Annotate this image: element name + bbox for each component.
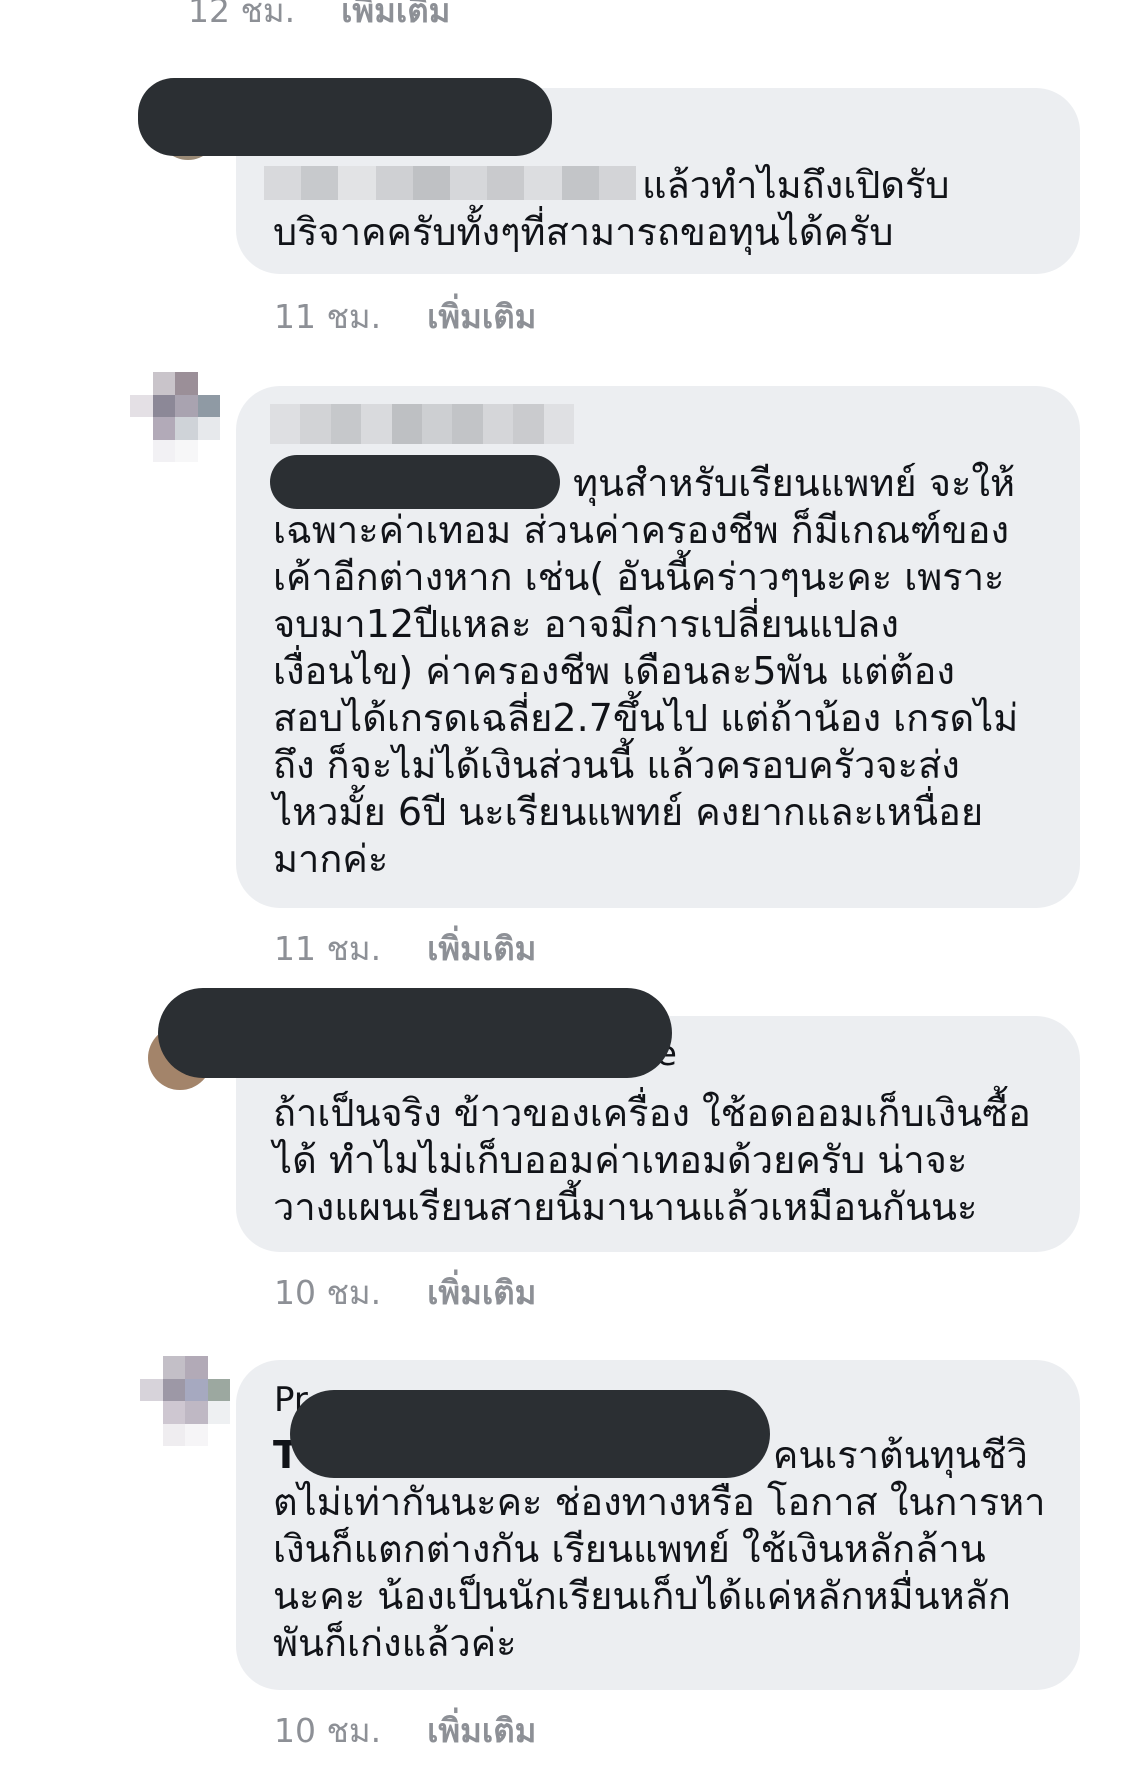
more-link[interactable]: เพิ่มเติม xyxy=(427,297,536,336)
comment-time: 11 ชม. xyxy=(274,297,382,336)
comment-line: นะคะ น้องเป็นนักเรียนเก็บได้แค่หลักหมื่น… xyxy=(273,1574,1011,1618)
comment-line: ได้ ทำไมไม่เก็บออมค่าเทอมด้วยครับ น่าจะ xyxy=(273,1138,968,1182)
comment-line: เฉพาะค่าเทอม ส่วนค่าครองชีพ ก็มีเกณฑ์ของ xyxy=(273,508,1010,552)
avatar[interactable] xyxy=(130,372,220,462)
more-link[interactable]: เพิ่มเติม xyxy=(427,1273,536,1312)
blurred-name xyxy=(270,404,575,444)
more-link[interactable]: เพิ่มเติม xyxy=(427,929,536,968)
comment-line: ไหวมั้ย 6ปี นะเรียนแพทย์ คงยากและเหนื่อย xyxy=(273,790,984,834)
redaction-bar xyxy=(290,1390,770,1478)
comment-line: เงินก็แตกต่างกัน เรียนแพทย์ ใช้เงินหลักล… xyxy=(273,1527,986,1571)
comment-line: ถ้าเป็นจริง ข้าวของเครื่อง ใช้อดออมเก็บเ… xyxy=(273,1091,1031,1135)
comment-meta-0: 12 ชม. เพิ่มเติม xyxy=(188,0,450,37)
avatar[interactable] xyxy=(140,1356,230,1446)
comment-meta-4: 10 ชม. เพิ่มเติม xyxy=(274,1704,536,1757)
comment-text: บริจาคครับทั้งๆที่สามารถขอทุนได้ครับ xyxy=(273,209,1056,256)
comment-time: 11 ชม. xyxy=(274,929,382,968)
comment-line: พันก็เก่งแล้วค่ะ xyxy=(273,1621,517,1665)
comment-meta-1: 11 ชม. เพิ่มเติม xyxy=(274,290,536,343)
redaction-bar xyxy=(270,455,560,509)
more-link[interactable]: เพิ่มเติม xyxy=(427,1711,536,1750)
comment-time: 10 ชม. xyxy=(274,1273,382,1312)
comment-line: วางแผนเรียนสายนี้มานานแล้วเหมือนกันนะ xyxy=(273,1185,978,1229)
comment-line: ตไม่เท่ากันนะคะ ช่องทางหรือ โอกาส ในการห… xyxy=(273,1480,1046,1524)
comment-line: ถึง ก็จะไม่ได้เงินส่วนนี้ แล้วครอบครัวจะ… xyxy=(273,743,960,787)
comment-line: แล้วทำไมถึงเปิดรับ xyxy=(642,163,950,207)
comment-meta-3: 10 ชม. เพิ่มเติม xyxy=(274,1266,536,1319)
more-link[interactable]: เพิ่มเติม xyxy=(341,0,450,30)
comment-line: เค้าอีกต่างหาก เช่น( อันนี้คร่าวๆนะคะ เพ… xyxy=(273,555,1005,599)
blurred-name xyxy=(264,166,637,200)
comment-text: แล้วทำไมถึงเปิดรับ xyxy=(642,162,950,209)
comment-text: ถ้าเป็นจริง ข้าวของเครื่อง ใช้อดออมเก็บเ… xyxy=(273,1090,1056,1231)
comment-meta-2: 11 ชม. เพิ่มเติม xyxy=(274,922,536,975)
comment-time: 12 ชม. xyxy=(188,0,296,30)
comment-text: ทุนสำหรับเรียนแพทย์ จะให้ เฉพาะค่าเทอม ส… xyxy=(273,460,1056,883)
comment-line: บริจาคครับทั้งๆที่สามารถขอทุนได้ครับ xyxy=(273,210,894,254)
comment-line: เงื่อนไข) ค่าครองชีพ เดือนละ5พัน แต่ต้อง xyxy=(273,649,955,693)
redaction-bar xyxy=(158,988,672,1078)
comment-line: มากค่ะ xyxy=(273,837,389,881)
comment-line: จบมา12ปีแหละ อาจมีการเปลี่ยนแปลง xyxy=(273,602,899,646)
comment-thread: 12 ชม. เพิ่มเติม แล้วทำไมถึงเปิดรับ บริจา… xyxy=(0,0,1124,1779)
comment-time: 10 ชม. xyxy=(274,1711,382,1750)
redaction-bar xyxy=(138,78,552,156)
comment-line: สอบได้เกรดเฉลี่ย2.7ขึ้นไป แต่ถ้าน้อง เกร… xyxy=(273,696,1019,740)
